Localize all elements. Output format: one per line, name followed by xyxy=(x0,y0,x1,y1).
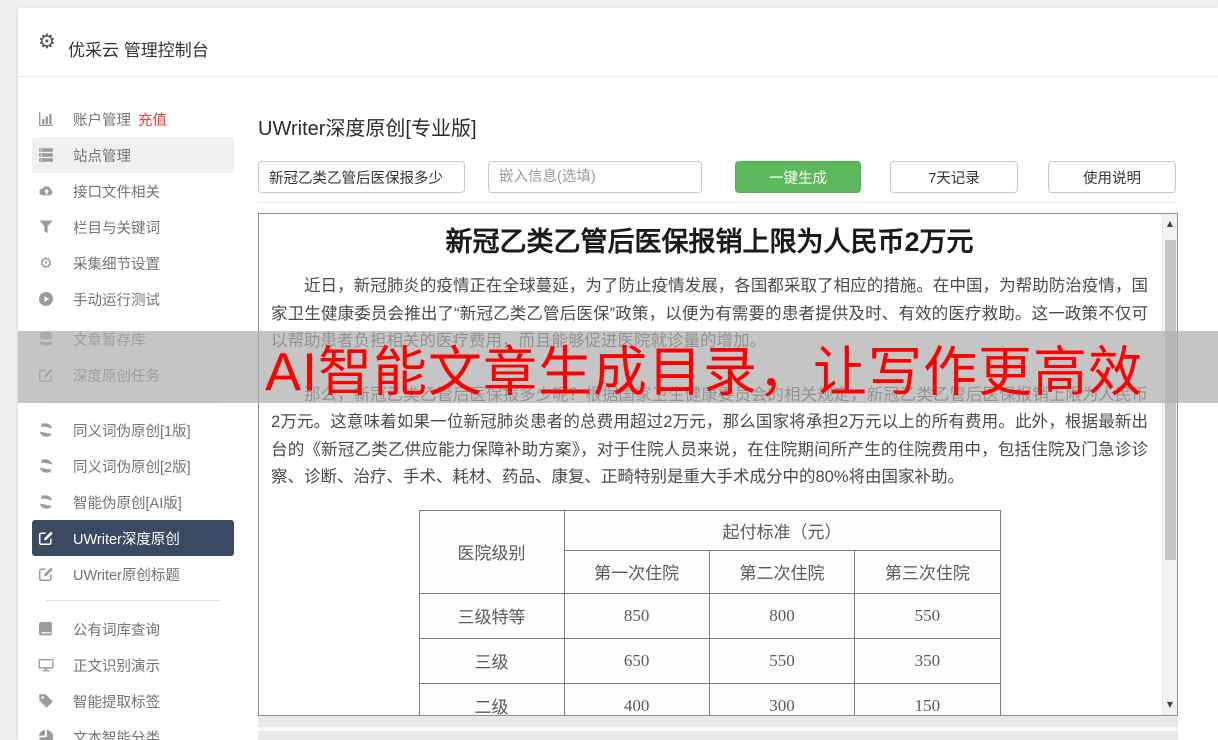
sidebar-item-label: 正文识别演示 xyxy=(73,658,160,675)
sidebar-item-label: 同义词伪原创[1版] xyxy=(73,423,191,440)
table-row: 三级 650 550 350 xyxy=(418,637,1001,684)
sidebar-item-label: 智能提取标签 xyxy=(73,694,160,711)
sidebar-item-label: UWriter深度原创 xyxy=(73,531,180,548)
sidebar-item-public-lexicon[interactable]: 公有词库查询 xyxy=(32,611,234,647)
sidebar: 账户管理 充值 站点管理 接口文件相关 栏目与关键词 ⚙ 采集细节设置 手动运行… xyxy=(18,78,248,740)
article-preview-panel: 新冠乙类乙管后医保报销上限为人民币2万元 近日，新冠肺炎的疫情正在全球蔓延，为了… xyxy=(258,213,1178,716)
sidebar-item-synonym-v1[interactable]: 同义词伪原创[1版] xyxy=(32,412,234,448)
sidebar-item-tag-extract[interactable]: 智能提取标签 xyxy=(32,683,234,719)
table-sub-header: 第一次住院 xyxy=(563,549,710,594)
edit-icon xyxy=(38,530,54,546)
scroll-up-arrow-icon[interactable]: ▲ xyxy=(1163,216,1177,232)
help-button[interactable]: 使用说明 xyxy=(1048,161,1176,193)
sidebar-item-label: 同义词伪原创[2版] xyxy=(73,459,191,476)
history-button[interactable]: 7天记录 xyxy=(890,161,1018,193)
edit-icon xyxy=(38,566,54,582)
cloud-upload-icon xyxy=(38,183,54,199)
server-stack-icon xyxy=(38,147,54,163)
below-article-band xyxy=(258,727,1178,731)
sidebar-item-label: 采集细节设置 xyxy=(73,256,160,273)
app-root: ⚙ 优采云 管理控制台 账户管理 充值 站点管理 接口文件相关 栏目与关键词 ⚙… xyxy=(0,0,1218,740)
article-title: 新冠乙类乙管后医保报销上限为人民币2万元 xyxy=(445,227,974,257)
generate-button[interactable]: 一键生成 xyxy=(735,161,861,193)
page-title: UWriter深度原创[专业版] xyxy=(258,118,477,140)
sidebar-item-text-classify[interactable]: 文本智能分类 xyxy=(32,719,234,740)
sidebar-item-label: 公有词库查询 xyxy=(73,622,160,639)
sidebar-item-label: 手动运行测试 xyxy=(73,292,160,309)
play-circle-icon xyxy=(38,291,54,307)
table-sub-header: 第二次住院 xyxy=(708,549,856,594)
sidebar-item-synonym-v2[interactable]: 同义词伪原创[2版] xyxy=(32,448,234,484)
scroll-down-arrow-icon[interactable]: ▼ xyxy=(1163,697,1177,713)
recharge-badge[interactable]: 充值 xyxy=(138,109,167,130)
sidebar-item-sites[interactable]: 站点管理 xyxy=(32,137,234,173)
book-icon xyxy=(38,621,54,637)
gears-icon: ⚙ xyxy=(39,254,53,272)
sidebar-item-label: 接口文件相关 xyxy=(73,184,160,201)
article-scrollbar[interactable]: ▲ ▼ xyxy=(1162,214,1177,715)
gear-icon: ⚙ xyxy=(38,31,56,53)
keyword-input[interactable] xyxy=(258,161,465,193)
app-header: ⚙ 优采云 管理控制台 xyxy=(18,8,1218,77)
sidebar-item-interface-files[interactable]: 接口文件相关 xyxy=(32,173,234,209)
sidebar-divider xyxy=(46,600,220,601)
sidebar-item-label: 文本智能分类 xyxy=(73,730,160,740)
refresh-icon xyxy=(38,494,54,510)
table-group-header: 起付标准（元） xyxy=(563,509,1001,551)
sidebar-item-label: 站点管理 xyxy=(73,148,131,165)
table-row: 三级特等 850 800 550 xyxy=(418,592,1001,639)
controls-row: 一键生成 7天记录 使用说明 xyxy=(258,161,1178,193)
below-article-strip xyxy=(258,716,1178,740)
sidebar-item-columns-keywords[interactable]: 栏目与关键词 xyxy=(32,209,234,245)
funnel-icon xyxy=(38,219,54,235)
sidebar-item-label: 栏目与关键词 xyxy=(73,220,160,237)
sidebar-item-label: 智能伪原创[AI版] xyxy=(73,495,182,512)
promo-overlay-text: AI智能文章生成目录，让写作更高效 xyxy=(265,342,1144,403)
sidebar-item-label: UWriter原创标题 xyxy=(73,567,180,584)
refresh-icon xyxy=(38,458,54,474)
table-row: 二级 400 300 150 xyxy=(418,682,1001,715)
pie-chart-icon xyxy=(38,729,54,740)
sidebar-item-label: 账户管理 xyxy=(73,112,131,129)
sidebar-item-account[interactable]: 账户管理 充值 xyxy=(32,101,234,137)
sidebar-item-uwriter-deep[interactable]: UWriter深度原创 xyxy=(32,520,234,556)
promo-overlay-banner: AI智能文章生成目录，让写作更高效 xyxy=(18,331,1218,403)
embed-info-input[interactable] xyxy=(488,161,702,193)
controls-divider xyxy=(258,202,1178,203)
table-corner-header: 医院级别 xyxy=(418,509,565,594)
hospital-deductible-table: 医院级别 起付标准（元） 第一次住院 第二次住院 第三次住院 三级特等 850 … xyxy=(418,509,1001,715)
sidebar-item-manual-test[interactable]: 手动运行测试 xyxy=(32,281,234,317)
refresh-icon xyxy=(38,422,54,438)
sidebar-item-smart-ai[interactable]: 智能伪原创[AI版] xyxy=(32,484,234,520)
sidebar-item-uwriter-title[interactable]: UWriter原创标题 xyxy=(32,556,234,592)
sidebar-item-body-recognition[interactable]: 正文识别演示 xyxy=(32,647,234,683)
tag-icon xyxy=(38,693,54,709)
sidebar-item-collect-settings[interactable]: ⚙ 采集细节设置 xyxy=(32,245,234,281)
app-title: 优采云 管理控制台 xyxy=(68,41,209,60)
bar-chart-icon xyxy=(38,111,54,127)
table-sub-header: 第三次住院 xyxy=(854,549,1001,594)
monitor-icon xyxy=(38,657,54,673)
